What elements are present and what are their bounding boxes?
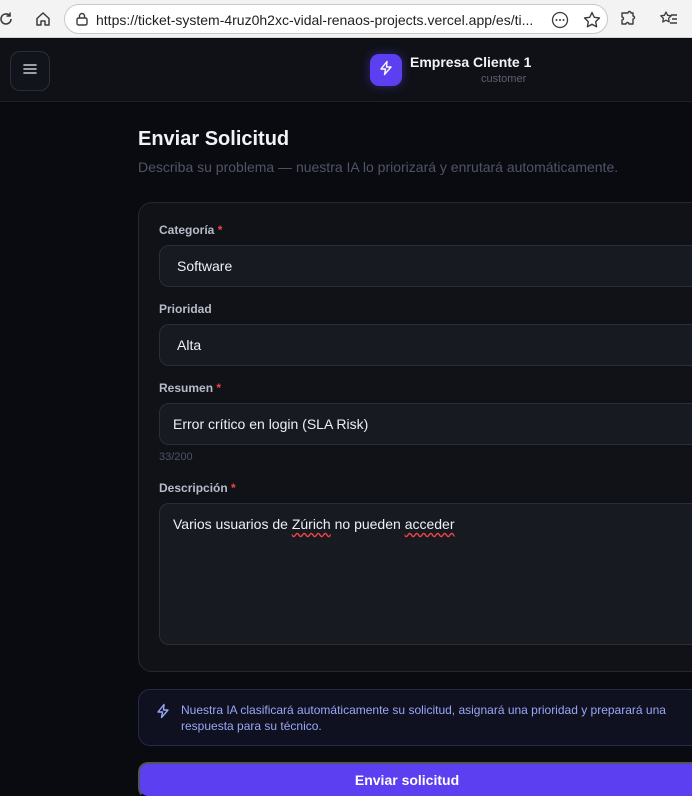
category-label: Categoría * [159, 223, 223, 237]
bolt-icon [155, 703, 171, 724]
ai-info-text: Nuestra IA clasificará automáticamente s… [181, 703, 666, 733]
submit-button[interactable]: Enviar solicitud [138, 762, 692, 796]
summary-value: Error crítico en login (SLA Risk) [173, 416, 369, 432]
page-subtitle: Describa su problema — nuestra IA lo pri… [138, 159, 619, 175]
summary-char-counter: 33/200 [159, 451, 193, 463]
menu-button[interactable] [10, 51, 50, 91]
category-value: Software [177, 258, 233, 274]
misspelled-word: Zúrich [291, 516, 331, 532]
favorites-icon[interactable] [657, 7, 681, 31]
page-title: Enviar Solicitud [138, 128, 290, 150]
summary-input[interactable]: Error crítico en login (SLA Risk) [159, 403, 692, 445]
bolt-icon [378, 60, 394, 81]
priority-select[interactable]: Alta [159, 324, 692, 366]
app-header: Empresa Cliente 1 customer [0, 39, 692, 102]
priority-value: Alta [177, 337, 202, 353]
user-role: customer [481, 73, 527, 85]
company-name: Empresa Cliente 1 [410, 54, 532, 70]
brand-logo [370, 54, 402, 86]
reload-icon[interactable] [0, 7, 18, 31]
required-mark: * [231, 481, 236, 495]
url-text[interactable]: https://ticket-system-4ruz0h2xc-vidal-re… [96, 12, 558, 28]
required-mark: * [217, 223, 223, 237]
menu-icon [23, 62, 37, 80]
description-textarea[interactable]: Varios usuarios de Zúrich no pueden acce… [159, 503, 692, 645]
priority-label: Prioridad [159, 302, 212, 316]
extensions-icon[interactable] [616, 7, 640, 31]
star-icon[interactable] [582, 10, 602, 35]
address-bar[interactable]: https://ticket-system-4ruz0h2xc-vidal-re… [64, 4, 608, 34]
home-icon[interactable] [31, 7, 55, 31]
description-label: Descripción * [159, 481, 236, 495]
misspelled-word: acceder [404, 516, 455, 532]
summary-label: Resumen * [159, 381, 222, 395]
required-mark: * [216, 381, 222, 395]
more-icon[interactable] [551, 11, 569, 34]
browser-toolbar: https://ticket-system-4ruz0h2xc-vidal-re… [0, 0, 692, 38]
site-info-icon[interactable] [74, 11, 90, 32]
category-select[interactable]: Software [159, 245, 692, 287]
